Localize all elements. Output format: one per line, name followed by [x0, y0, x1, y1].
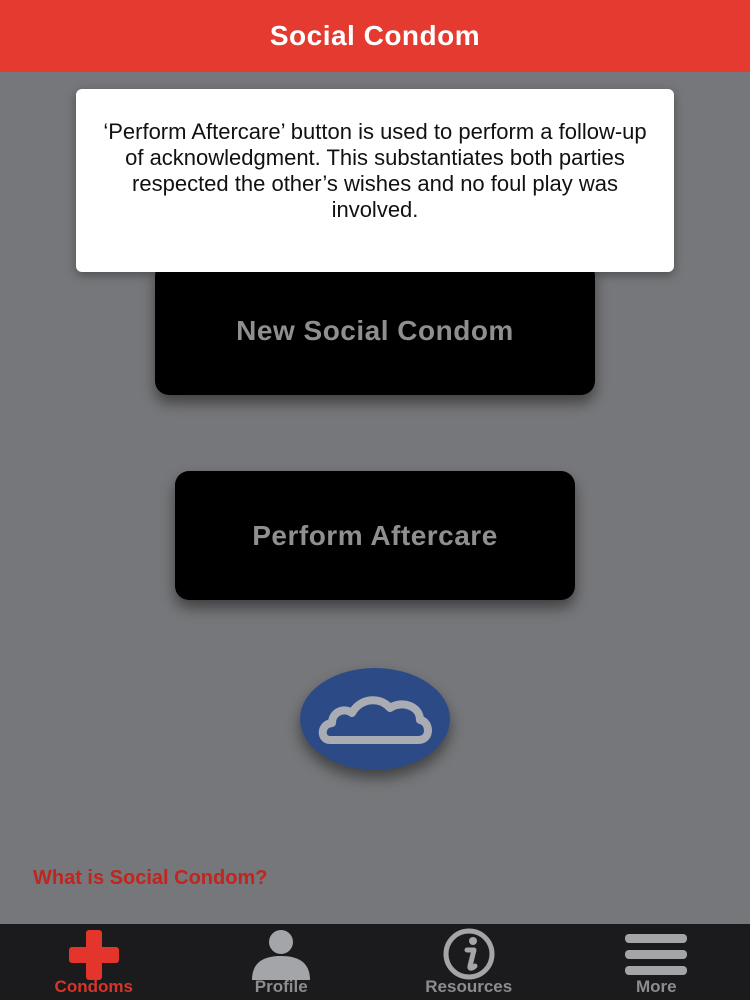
- tab-label-profile: Profile: [254, 977, 308, 996]
- cloud-icon: [318, 696, 432, 744]
- hamburger-menu-icon: [625, 934, 688, 975]
- info-icon: [443, 928, 495, 980]
- cloud-button[interactable]: [300, 668, 450, 770]
- app-header: Social Condom: [0, 0, 750, 72]
- perform-aftercare-label: Perform Aftercare: [252, 519, 498, 551]
- new-social-condom-button[interactable]: New Social Condom: [155, 262, 595, 395]
- person-icon: [252, 930, 311, 980]
- aftercare-tooltip: ‘Perform Aftercare’ button is used to pe…: [76, 89, 674, 272]
- new-social-condom-label: New Social Condom: [236, 314, 514, 346]
- page-title: Social Condom: [269, 20, 481, 51]
- red-cross-icon: [68, 930, 119, 980]
- tab-condoms[interactable]: Condoms: [0, 924, 188, 1000]
- perform-aftercare-button[interactable]: Perform Aftercare: [175, 471, 575, 600]
- tab-more[interactable]: More: [563, 924, 750, 1000]
- tab-label-resources: Resources: [425, 977, 513, 996]
- what-is-social-condom-link[interactable]: What is Social Condom?: [33, 867, 267, 890]
- tooltip-text: ‘Perform Aftercare’ button is used to pe…: [103, 119, 647, 222]
- tab-resources[interactable]: Resources: [375, 924, 563, 1000]
- tab-label-more: More: [635, 977, 677, 996]
- tab-profile[interactable]: Profile: [188, 924, 376, 1000]
- tab-bar: Condoms Profile Resources More: [0, 924, 750, 1000]
